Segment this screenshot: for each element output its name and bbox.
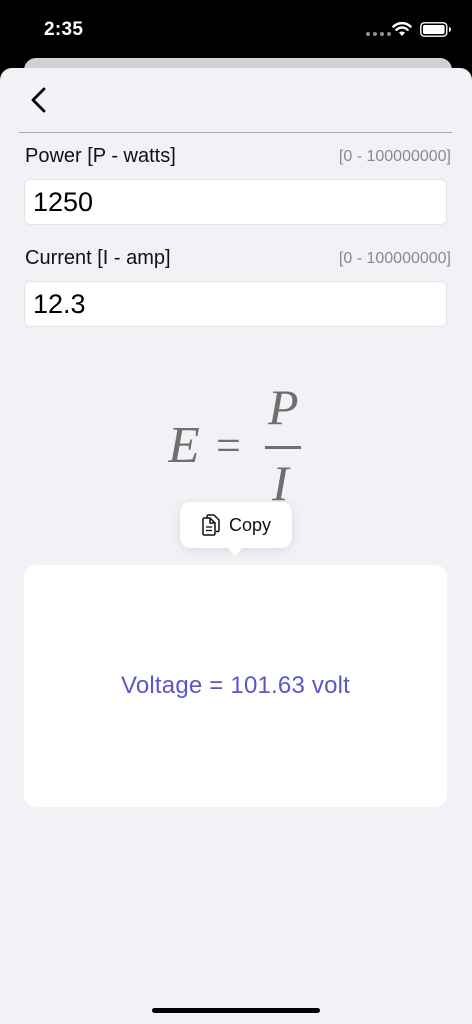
formula-equals: = [216,421,241,470]
current-field-label: Current [I - amp] [25,247,171,269]
result-text[interactable]: Voltage = 101.63 volt [121,672,350,700]
home-indicator[interactable] [152,1008,320,1013]
status-time: 2:35 [44,19,84,40]
copy-icon [202,514,220,536]
wifi-icon [392,22,412,36]
copy-menu-pointer [226,546,244,556]
chevron-left-icon[interactable] [26,84,56,118]
power-input[interactable] [24,179,447,225]
current-range-hint: [0 - 100000000] [338,250,451,267]
nav-divider [19,132,452,133]
signal-dots-icon [366,32,391,36]
formula-numerator: P [267,382,299,435]
status-bar: 2:35 [0,0,472,60]
power-range-hint: [0 - 100000000] [338,148,451,165]
copy-menu-button[interactable]: Copy [180,502,292,548]
formula-lhs: E [168,417,200,474]
current-input[interactable] [24,281,447,327]
power-field-label: Power [P - watts] [25,145,176,167]
battery-icon [420,22,451,37]
copy-label: Copy [228,514,272,535]
formula-denominator: I [271,455,291,502]
formula-image: E = P I [168,382,301,502]
fraction-bar [265,446,301,449]
result-card[interactable]: Voltage = 101.63 volt [24,565,447,807]
